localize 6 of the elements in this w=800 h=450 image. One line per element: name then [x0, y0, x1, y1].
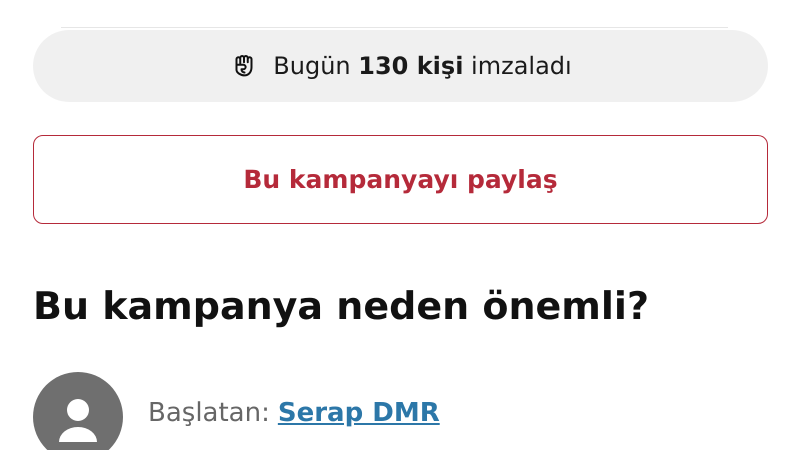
section-heading: Bu kampanya neden önemli? — [33, 283, 650, 330]
signature-count-text: Bugün 130 kişi imzaladı — [273, 52, 572, 80]
avatar-icon — [33, 372, 123, 450]
starter-label: Başlatan: — [148, 398, 270, 428]
share-button[interactable]: Bu kampanyayı paylaş — [33, 135, 768, 224]
starter-name-link[interactable]: Serap DMR — [278, 398, 440, 428]
